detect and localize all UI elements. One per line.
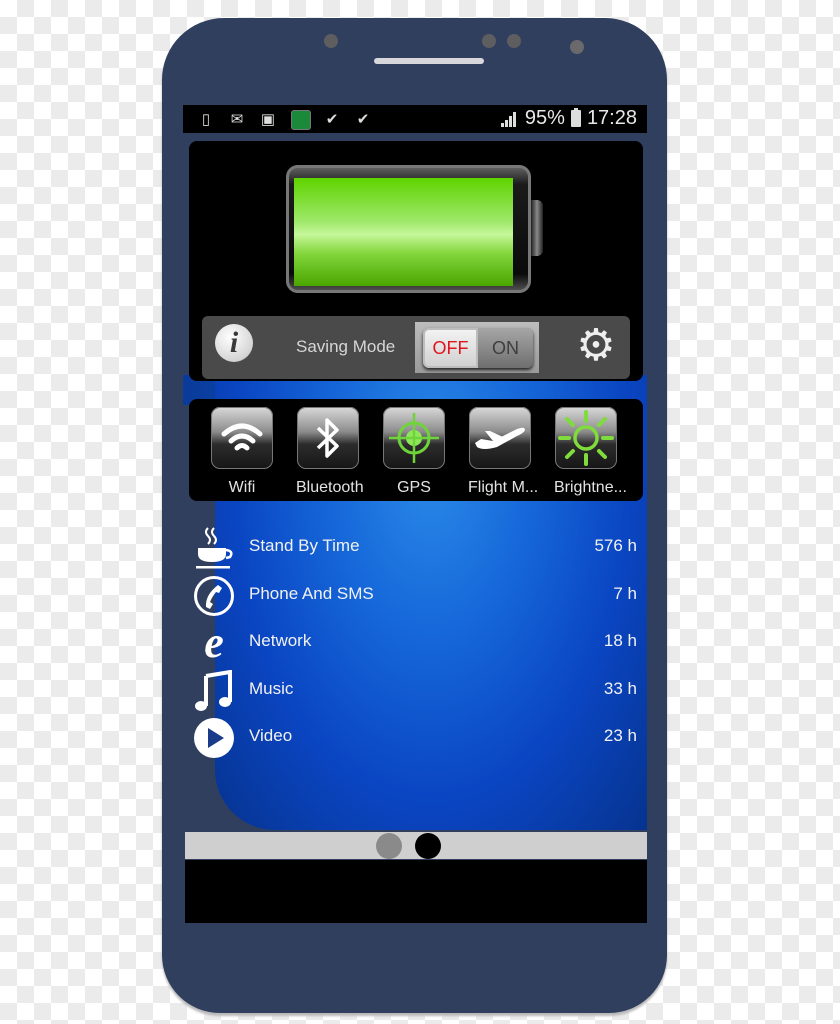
toggle-label: Flight M... [468, 479, 539, 496]
brightness-icon [555, 407, 617, 469]
list-item-phone-sms[interactable]: Phone And SMS 7 h [193, 573, 637, 621]
usage-list: Stand By Time 576 h Phone And SMS 7 h e … [193, 525, 637, 763]
item-value: 7 h [613, 583, 637, 603]
list-item-video[interactable]: Video 23 h [193, 715, 637, 763]
list-item-network[interactable]: e Network 18 h [193, 620, 637, 668]
tablet-check-icon: ▯ [201, 111, 211, 128]
item-name: Network [249, 631, 312, 650]
item-name: Stand By Time [249, 536, 360, 555]
toggle-label: Bluetooth [296, 479, 364, 496]
battery-icon [570, 108, 581, 127]
battery-level-graphic [286, 165, 543, 295]
toggle-label: GPS [397, 479, 431, 496]
image-icon: ▣ [260, 111, 276, 128]
play-icon [193, 717, 235, 759]
sensor-dot [324, 34, 338, 48]
page-dot-1[interactable] [376, 833, 402, 859]
sensor-dot [482, 34, 496, 48]
saving-mode-label: Saving Mode [296, 337, 396, 356]
bluetooth-icon [297, 407, 359, 469]
music-note-icon [193, 669, 235, 712]
item-value: 576 h [594, 536, 637, 555]
internet-explorer-icon: e [204, 618, 224, 667]
toggle-label: Brightne... [554, 479, 627, 496]
saving-mode-toggle[interactable]: OFF ON [423, 328, 533, 368]
toggle-on-label: ON [478, 328, 533, 368]
navigation-bar [185, 860, 647, 923]
mail-icon: ✉ [230, 111, 244, 128]
battery-fill [294, 178, 513, 286]
app-globe-icon [291, 110, 311, 130]
toggle-flight-mode[interactable]: Flight M... [468, 407, 539, 497]
page-indicator [185, 832, 647, 859]
toggle-gps[interactable]: GPS [382, 407, 446, 497]
item-name: Phone And SMS [249, 583, 374, 603]
gps-icon [383, 407, 445, 469]
toggle-brightness[interactable]: Brightne... [554, 407, 627, 497]
list-item-standby[interactable]: Stand By Time 576 h [193, 525, 637, 573]
toggle-bluetooth[interactable]: Bluetooth [296, 407, 364, 497]
toggle-wifi[interactable]: Wifi [210, 407, 274, 497]
gear-icon[interactable]: ⚙ [574, 324, 618, 368]
list-item-music[interactable]: Music 33 h [193, 668, 637, 716]
quick-toggles-panel: Wifi Bluetooth GPS Flight M... Brightne.… [189, 399, 643, 501]
page-dot-2-active[interactable] [415, 833, 441, 859]
phone-screen: ▯ ✉ ▣ ✔ ✔ 95% 17:28 i Saving Mode OFF ON… [183, 105, 647, 923]
battery-panel: i Saving Mode OFF ON ⚙ [189, 141, 643, 381]
item-name: Music [249, 678, 294, 698]
signal-icon [500, 111, 519, 127]
clock: 17:28 [586, 107, 637, 129]
sensor-dot [507, 34, 521, 48]
briefcase-check-icon: ✔ [356, 111, 370, 128]
item-name: Video [249, 726, 293, 745]
saving-mode-toggle-frame: OFF ON [415, 322, 539, 373]
airplane-icon [469, 407, 531, 469]
item-value: 23 h [603, 726, 637, 745]
item-value: 18 h [603, 631, 637, 650]
earpiece-speaker [374, 58, 484, 64]
status-bar: ▯ ✉ ▣ ✔ ✔ 95% 17:28 [183, 105, 647, 133]
item-value: 33 h [603, 678, 637, 698]
coffee-cup-icon [193, 527, 235, 569]
front-camera [570, 40, 584, 54]
toggle-off-label: OFF [423, 328, 478, 368]
file-check-icon: ✔ [325, 111, 339, 128]
info-icon[interactable]: i [215, 324, 253, 362]
battery-percent: 95% [524, 107, 565, 129]
wifi-icon [211, 407, 273, 469]
phone-icon [193, 575, 235, 617]
toggle-label: Wifi [228, 479, 256, 496]
saving-mode-bar: i Saving Mode OFF ON ⚙ [202, 316, 630, 379]
